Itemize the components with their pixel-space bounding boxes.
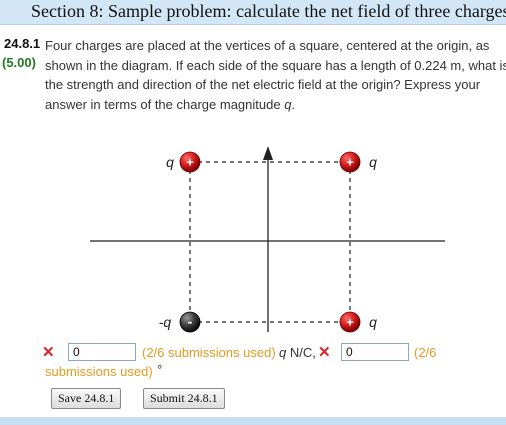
y-axis-arrow: [263, 146, 273, 160]
degree-unit: °: [157, 362, 163, 377]
strength-unit: q N/C,: [279, 345, 316, 360]
strength-submissions-status: (2/6 submissions used): [142, 345, 276, 360]
wrong-mark-icon: ✕: [42, 344, 55, 361]
charge-bottom-right: + q: [339, 311, 377, 333]
charge-sign: +: [346, 315, 354, 330]
charge-top-left: + q: [166, 151, 201, 173]
charge-label: -q: [159, 314, 172, 330]
charge-top-right: + q: [339, 151, 377, 173]
charge-label: q: [369, 154, 377, 170]
submit-button[interactable]: Submit 24.8.1: [143, 388, 225, 409]
direction-submissions-status: (2/6: [414, 345, 437, 360]
charge-label: q: [166, 154, 174, 170]
charge-sign: +: [186, 155, 194, 170]
charge-diagram: + q + q - -q + q: [90, 146, 445, 333]
direction-input[interactable]: 0: [341, 343, 409, 361]
charge-sign: -: [188, 314, 193, 330]
charge-sign: +: [346, 155, 354, 170]
charge-bottom-left: - -q: [159, 311, 201, 333]
bottom-bar: [0, 417, 506, 425]
save-button[interactable]: Save 24.8.1: [51, 388, 122, 409]
field-strength-input[interactable]: 0: [68, 343, 136, 361]
wrong-mark-icon: ✕: [318, 344, 331, 361]
charge-label: q: [369, 314, 377, 330]
direction-submissions-status-cont: submissions used): [45, 364, 153, 379]
square-outline: [189, 161, 351, 323]
